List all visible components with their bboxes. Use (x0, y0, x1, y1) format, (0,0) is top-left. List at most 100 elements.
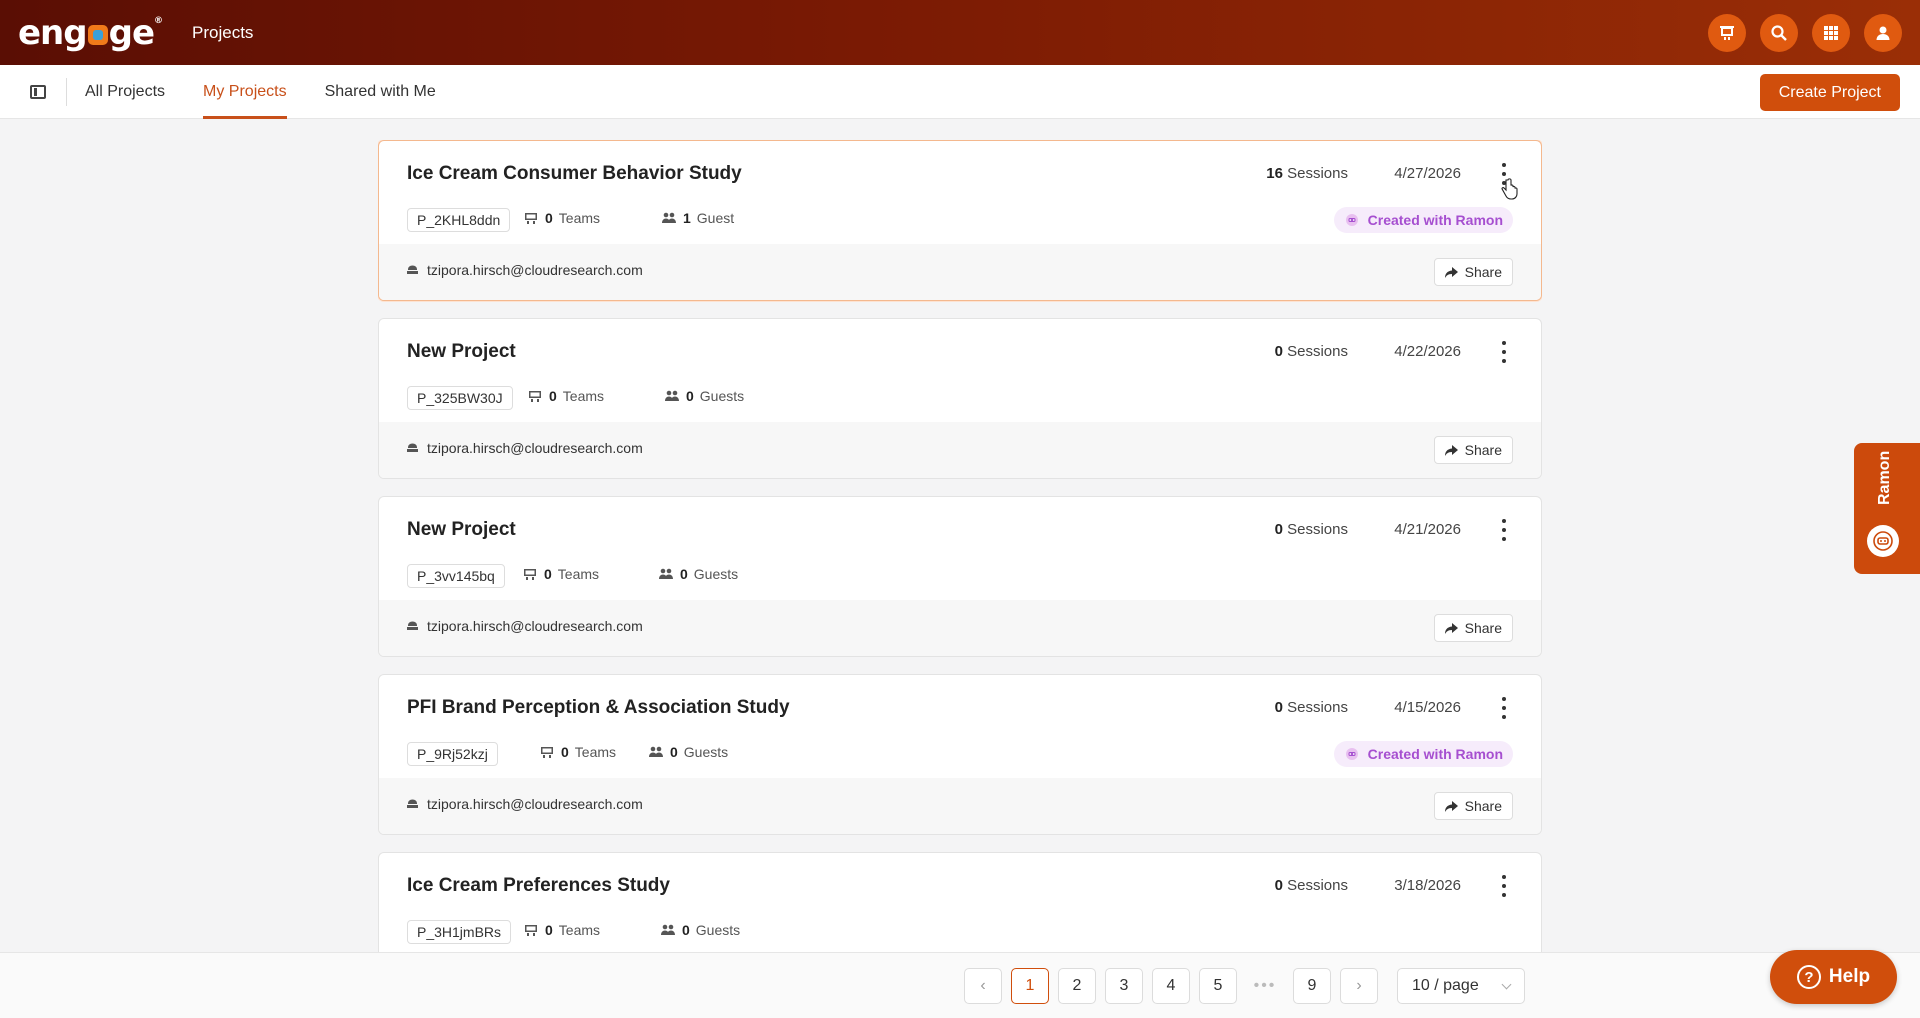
teams-icon (529, 391, 541, 402)
project-id: P_3vv145bq (407, 564, 505, 588)
tab-my-projects[interactable]: My Projects (203, 65, 287, 119)
page-button[interactable]: 3 (1105, 968, 1143, 1004)
owner-icon (407, 621, 418, 630)
page-button[interactable]: 9 (1293, 968, 1331, 1004)
sessions-count: 16 Sessions (1266, 165, 1348, 182)
search-icon[interactable] (1760, 14, 1798, 52)
project-id: P_3H1jmBRs (407, 920, 512, 944)
share-icon (1444, 444, 1458, 456)
sidebar-toggle-icon[interactable] (30, 84, 46, 99)
teams-count: 0 Teams (527, 388, 604, 404)
teams-icon (525, 925, 537, 936)
teams-icon (525, 213, 537, 224)
more-options-icon[interactable] (1501, 519, 1507, 541)
owner-icon (407, 443, 418, 452)
owner-email: tzipora.hirsch@cloudresearch.com (407, 796, 643, 812)
share-icon (1444, 800, 1458, 812)
help-label: Help (1828, 966, 1871, 987)
guests-count: 1 Guest (661, 210, 734, 226)
guests-count: 0 Guests (660, 922, 740, 938)
created-with-ramon-badge: Created with Ramon (1333, 741, 1513, 767)
project-date: 4/22/2026 (1394, 343, 1461, 360)
project-id: P_9Rj52kzj (407, 742, 498, 766)
page-button[interactable]: 1 (1011, 968, 1049, 1004)
create-project-button[interactable]: Create Project (1759, 74, 1900, 111)
teams-count: 0 Teams (539, 744, 616, 760)
page-size-select[interactable]: 10 / page (1397, 968, 1525, 1004)
project-title[interactable]: New Project (407, 341, 516, 363)
guests-count: 0 Guests (664, 388, 744, 404)
pagination-bar: ‹ 1 2 3 4 5 ••• 9 › 10 / page (0, 952, 1920, 1018)
project-id: P_325BW30J (407, 386, 513, 410)
share-button[interactable]: Share (1433, 614, 1513, 642)
project-card[interactable]: Ice Cream Preferences Study 0 Sessions 3… (378, 852, 1542, 952)
sessions-count: 0 Sessions (1274, 521, 1348, 538)
project-card[interactable]: New Project 0 Sessions 4/21/2026 P_3vv14… (378, 496, 1542, 657)
guests-icon (659, 568, 673, 579)
page-title: Projects (192, 22, 254, 42)
sessions-count: 0 Sessions (1274, 343, 1348, 360)
divider (66, 77, 67, 106)
owner-icon (407, 799, 418, 808)
page-ellipsis[interactable]: ••• (1246, 968, 1284, 1004)
more-options-icon[interactable] (1501, 875, 1507, 897)
engage-logo[interactable]: eng ge ® (18, 13, 163, 53)
project-card[interactable]: New Project 0 Sessions 4/22/2026 P_325BW… (378, 318, 1542, 479)
next-page-button[interactable]: › (1340, 968, 1378, 1004)
page-button[interactable]: 4 (1152, 968, 1190, 1004)
tab-all-projects[interactable]: All Projects (85, 65, 165, 119)
tab-bar: All Projects My Projects Shared with Me … (0, 65, 1920, 119)
guests-icon (665, 390, 679, 401)
project-date: 4/15/2026 (1394, 699, 1461, 716)
sessions-count: 0 Sessions (1274, 877, 1348, 894)
share-icon (1444, 622, 1458, 634)
ramon-side-tab[interactable]: Ramon (1854, 443, 1920, 574)
card-footer: tzipora.hirsch@cloudresearch.com Share (379, 244, 1541, 300)
teams-icon (541, 747, 553, 758)
owner-email: tzipora.hirsch@cloudresearch.com (407, 262, 643, 278)
page-button[interactable]: 5 (1199, 968, 1237, 1004)
project-card[interactable]: Ice Cream Consumer Behavior Study 16 Ses… (378, 140, 1542, 301)
ramon-avatar-icon (1867, 525, 1899, 557)
teams-count: 0 Teams (523, 210, 600, 226)
share-button[interactable]: Share (1433, 792, 1513, 820)
user-icon[interactable] (1864, 14, 1902, 52)
card-footer: tzipora.hirsch@cloudresearch.com Share (379, 778, 1541, 834)
project-title[interactable]: Ice Cream Consumer Behavior Study (407, 163, 742, 185)
prev-page-button[interactable]: ‹ (964, 968, 1002, 1004)
project-title[interactable]: New Project (407, 519, 516, 541)
ramon-avatar-icon (1345, 214, 1358, 226)
help-button[interactable]: ? Help (1770, 950, 1897, 1004)
project-date: 4/21/2026 (1394, 521, 1461, 538)
project-date: 4/27/2026 (1394, 165, 1461, 182)
apps-grid-icon[interactable] (1812, 14, 1850, 52)
card-footer: tzipora.hirsch@cloudresearch.com Share (379, 600, 1541, 656)
project-title[interactable]: Ice Cream Preferences Study (407, 875, 670, 897)
page-button[interactable]: 2 (1058, 968, 1096, 1004)
tab-shared-with-me[interactable]: Shared with Me (325, 65, 436, 119)
project-id: P_2KHL8ddn (407, 208, 511, 232)
owner-email: tzipora.hirsch@cloudresearch.com (407, 618, 643, 634)
presentation-icon[interactable] (1708, 14, 1746, 52)
guests-count: 0 Guests (648, 744, 728, 760)
created-with-ramon-badge: Created with Ramon (1333, 207, 1513, 233)
share-button[interactable]: Share (1433, 258, 1513, 286)
project-title[interactable]: PFI Brand Perception & Association Study (407, 697, 790, 719)
ramon-tab-label: Ramon (1876, 450, 1893, 505)
teams-count: 0 Teams (522, 566, 599, 582)
ramon-avatar-icon (1345, 748, 1358, 760)
teams-count: 0 Teams (523, 922, 600, 938)
guests-count: 0 Guests (658, 566, 738, 582)
owner-icon (407, 265, 418, 274)
sessions-count: 0 Sessions (1274, 699, 1348, 716)
share-button[interactable]: Share (1433, 436, 1513, 464)
help-icon: ? (1796, 965, 1821, 989)
more-options-icon[interactable] (1501, 341, 1507, 363)
guests-icon (649, 746, 663, 757)
top-header: eng ge ® Projects (0, 0, 1920, 65)
more-options-icon[interactable] (1501, 697, 1507, 719)
guests-icon (662, 212, 676, 223)
guests-icon (661, 924, 675, 935)
project-card[interactable]: PFI Brand Perception & Association Study… (378, 674, 1542, 835)
pagination: ‹ 1 2 3 4 5 ••• 9 › 10 / page (964, 968, 1525, 1004)
